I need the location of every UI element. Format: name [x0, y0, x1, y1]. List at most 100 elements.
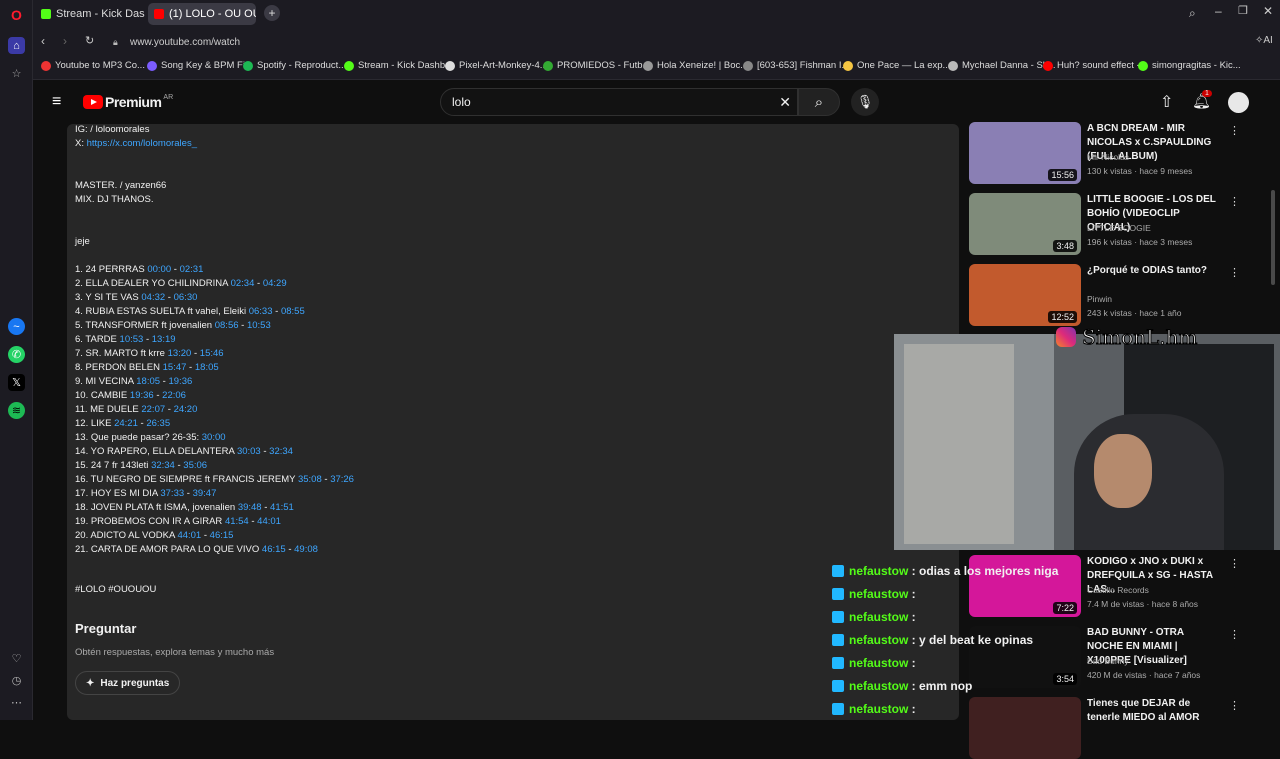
menu-icon[interactable]: ≡: [52, 93, 61, 111]
more-options-icon[interactable]: ⋮: [1229, 699, 1240, 712]
recommendation-item[interactable]: 15:56 A BCN DREAM - MIR NICOLAS x C.SPAUL…: [969, 122, 1259, 184]
timestamp-link[interactable]: 04:29: [263, 278, 287, 289]
timestamp-link[interactable]: 19:36: [168, 376, 192, 387]
hashtags[interactable]: #LOLO #OUOUOU: [75, 584, 156, 595]
new-tab-button[interactable]: +: [264, 5, 280, 21]
timestamp-link[interactable]: 46:15: [210, 530, 234, 541]
channel-name[interactable]: Mir Nicolas: [1087, 152, 1129, 162]
timestamp-link[interactable]: 39:47: [193, 488, 217, 499]
home-icon[interactable]: ⌂: [8, 37, 25, 54]
history-icon[interactable]: ◷: [8, 672, 25, 689]
more-options-icon[interactable]: ⋮: [1229, 628, 1240, 641]
video-thumbnail[interactable]: 12:52: [969, 264, 1081, 326]
x-link[interactable]: https://x.com/lolomorales_: [87, 138, 197, 149]
close-window-button[interactable]: ✕: [1263, 4, 1273, 18]
channel-name[interactable]: LITTLE BOOGIE: [1087, 223, 1151, 233]
timestamp-link[interactable]: 26:35: [146, 418, 170, 429]
video-title[interactable]: Tienes que DEJAR de tenerle MIEDO al AMO…: [1087, 697, 1219, 725]
reload-button[interactable]: ↻: [85, 34, 94, 47]
bookmark-item[interactable]: simongragitas - Kic...: [1138, 60, 1241, 71]
timestamp-link[interactable]: 15:46: [200, 348, 224, 359]
timestamp-link[interactable]: 46:15: [262, 544, 286, 555]
timestamp-link[interactable]: 49:08: [294, 544, 318, 555]
tab-youtube[interactable]: (1) LOLO - OU OU OU (Fu: [148, 3, 256, 25]
timestamp-link[interactable]: 13:20: [168, 348, 192, 359]
timestamp-link[interactable]: 18:05: [195, 362, 219, 373]
more-options-icon[interactable]: ⋮: [1229, 266, 1240, 279]
scrollbar[interactable]: [1271, 190, 1275, 285]
search-input[interactable]: lolo ✕: [440, 88, 798, 116]
search-tabs-icon[interactable]: ⌕: [1189, 6, 1196, 21]
channel-name[interactable]: Bad Bunny: [1087, 656, 1129, 666]
bookmark-item[interactable]: Song Key & BPM Fi...: [147, 60, 253, 71]
timestamp-link[interactable]: 08:56: [215, 320, 239, 331]
more-options-icon[interactable]: ⋮: [1229, 195, 1240, 208]
opera-logo-icon[interactable]: O: [8, 6, 25, 23]
speed-dial-icon[interactable]: ☆: [8, 65, 25, 82]
timestamp-link[interactable]: 18:05: [136, 376, 160, 387]
timestamp-link[interactable]: 35:06: [183, 460, 207, 471]
bookmark-item[interactable]: Hola Xeneize! | Boc...: [643, 60, 748, 71]
timestamp-link[interactable]: 06:30: [174, 292, 198, 303]
timestamp-link[interactable]: 24:20: [174, 404, 198, 415]
url-field[interactable]: 🔒︎ www.youtube.com/watch: [108, 32, 1238, 52]
timestamp-link[interactable]: 30:03: [237, 446, 261, 457]
avatar[interactable]: [1228, 92, 1249, 113]
bookmark-item[interactable]: Youtube to MP3 Co...: [41, 60, 145, 71]
timestamp-link[interactable]: 00:00: [147, 264, 171, 275]
whatsapp-icon[interactable]: ✆: [8, 346, 25, 363]
timestamp-link[interactable]: 02:34: [231, 278, 255, 289]
timestamp-link[interactable]: 44:01: [257, 516, 281, 527]
timestamp-link[interactable]: 10:53: [120, 334, 144, 345]
timestamp-link[interactable]: 22:06: [162, 390, 186, 401]
bookmark-item[interactable]: Spotify - Reproduct...: [243, 60, 346, 71]
video-thumbnail[interactable]: 15:56: [969, 122, 1081, 184]
more-icon[interactable]: ⋯: [8, 694, 25, 711]
more-options-icon[interactable]: ⋮: [1229, 124, 1240, 137]
timestamp-link[interactable]: 22:07: [141, 404, 165, 415]
timestamp-link[interactable]: 37:26: [330, 474, 354, 485]
timestamp-link[interactable]: 24:21: [114, 418, 138, 429]
timestamp-link[interactable]: 44:01: [177, 530, 201, 541]
timestamp-link[interactable]: 06:33: [249, 306, 273, 317]
x-icon[interactable]: 𝕏: [8, 374, 25, 391]
timestamp-link[interactable]: 35:08: [298, 474, 322, 485]
maximize-button[interactable]: ❐: [1238, 4, 1248, 17]
spotify-icon[interactable]: ≋: [8, 402, 25, 419]
bookmark-item[interactable]: Stream - Kick Dashb...: [344, 60, 453, 71]
ai-button[interactable]: ✧AI: [1255, 35, 1273, 46]
bookmark-item[interactable]: [603-653] Fishman I...: [743, 60, 849, 71]
bookmark-item[interactable]: PROMIEDOS - Futb...: [543, 60, 650, 71]
timestamp-link[interactable]: 39:48: [238, 502, 262, 513]
upload-icon[interactable]: ⇧: [1160, 92, 1173, 112]
video-thumbnail[interactable]: [969, 697, 1081, 759]
recommendation-item[interactable]: 12:52 ¿Porqué te ODIAS tanto? Pinwin 243 k …: [969, 264, 1259, 326]
timestamp-link[interactable]: 08:55: [281, 306, 305, 317]
bookmark-item[interactable]: One Pace — La exp...: [843, 60, 950, 71]
timestamp-link[interactable]: 10:53: [247, 320, 271, 331]
youtube-logo[interactable]: Premium AR: [83, 94, 173, 110]
timestamp-link[interactable]: 04:32: [141, 292, 165, 303]
minimize-button[interactable]: –: [1215, 4, 1222, 18]
timestamp-link[interactable]: 41:54: [225, 516, 249, 527]
timestamp-link[interactable]: 15:47: [163, 362, 187, 373]
search-button[interactable]: ⌕: [798, 88, 840, 116]
timestamp-link[interactable]: 32:34: [151, 460, 175, 471]
bookmark-item[interactable]: Huh? sound effect -...: [1043, 60, 1148, 71]
voice-search-button[interactable]: 🎙︎: [851, 88, 879, 116]
bookmark-item[interactable]: Mychael Danna - Sk...: [948, 60, 1055, 71]
video-title[interactable]: ¿Porqué te ODIAS tanto?: [1087, 264, 1219, 278]
channel-name[interactable]: Pinwin: [1087, 294, 1112, 304]
more-options-icon[interactable]: ⋮: [1229, 557, 1240, 570]
timestamp-link[interactable]: 37:33: [160, 488, 184, 499]
messenger-icon[interactable]: ~: [8, 318, 25, 335]
timestamp-link[interactable]: 13:19: [152, 334, 176, 345]
timestamp-link[interactable]: 19:36: [130, 390, 154, 401]
timestamp-link[interactable]: 30:00: [202, 432, 226, 443]
timestamp-link[interactable]: 32:34: [269, 446, 293, 457]
video-thumbnail[interactable]: 3:48: [969, 193, 1081, 255]
recommendation-item[interactable]: 3:48 LITTLE BOOGIE - LOS DEL BOHÍO (VIDEO…: [969, 193, 1259, 255]
recommendation-item[interactable]: Tienes que DEJAR de tenerle MIEDO al AMO…: [969, 697, 1259, 759]
channel-name[interactable]: Castillo Records: [1087, 585, 1149, 595]
forward-button[interactable]: ›: [63, 34, 67, 48]
